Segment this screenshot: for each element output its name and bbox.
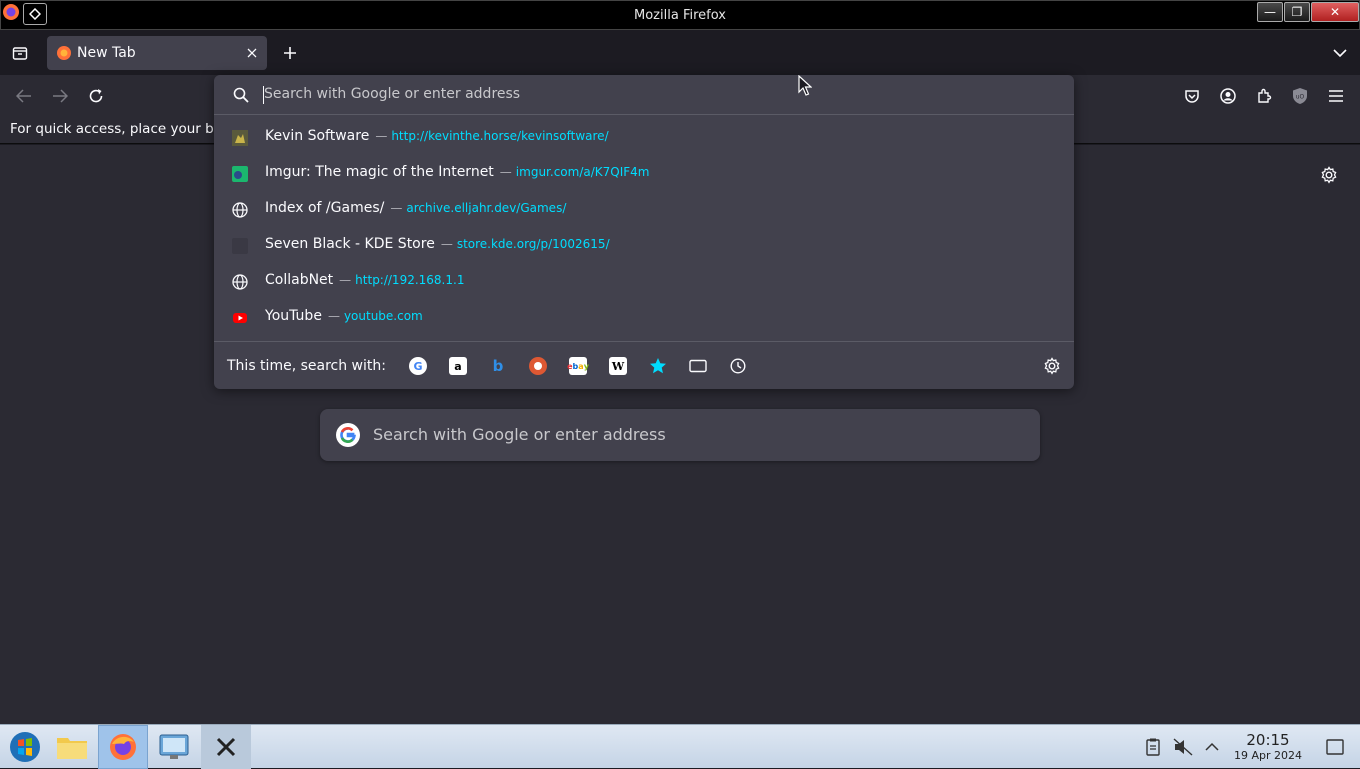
tab-new-tab[interactable]: New Tab [47, 36, 267, 70]
search-engine-bar: This time, search with: G a b ebay W [214, 341, 1074, 389]
result-row[interactable]: Kevin Software — http://kevinthe.horse/kev… [214, 120, 1074, 156]
firefox-taskbar-icon[interactable] [98, 725, 148, 769]
duckduckgo-engine-icon[interactable] [529, 357, 547, 375]
firefox-icon [56, 45, 72, 65]
result-row[interactable]: YouTube — youtube.com [214, 300, 1074, 336]
file-manager-icon[interactable] [47, 725, 97, 769]
bookmarks-hint-text: For quick access, place your bo [10, 121, 222, 137]
result-url: archive.elljahr.dev/Games/ [406, 201, 567, 215]
back-icon[interactable] [12, 84, 36, 108]
result-separator: — [327, 309, 340, 323]
maximize-button[interactable]: ❐ [1284, 2, 1310, 22]
x-app-icon[interactable] [201, 725, 251, 769]
minimize-button[interactable]: — [1257, 2, 1283, 22]
result-separator: — [390, 201, 403, 215]
search-icon [233, 87, 249, 107]
amazon-engine-icon[interactable]: a [449, 357, 467, 375]
result-title: YouTube [265, 308, 322, 324]
start-menu-button[interactable] [0, 725, 50, 769]
personalize-gear-icon[interactable] [1317, 163, 1341, 187]
close-button[interactable]: ✕ [1311, 2, 1359, 22]
globe-icon [232, 274, 248, 290]
result-url: http://kevinthe.horse/kevinsoftware/ [391, 129, 609, 143]
result-row[interactable]: CollabNet — http://192.168.1.1 [214, 264, 1074, 300]
mouse-cursor-icon [798, 74, 813, 101]
result-url: store.kde.org/p/1002615/ [456, 237, 610, 251]
history-clock-icon[interactable] [729, 357, 747, 375]
tabs-icon[interactable] [689, 357, 707, 375]
tab-close-icon[interactable] [240, 41, 264, 65]
result-row[interactable]: Seven Black - KDE Store — store.kde.org/p/… [214, 228, 1074, 264]
list-all-tabs-icon[interactable] [1328, 41, 1352, 65]
kde-favicon [232, 238, 248, 254]
globe-icon [232, 202, 248, 218]
ebay-engine-icon[interactable]: ebay [567, 357, 589, 375]
pocket-icon[interactable] [1180, 84, 1204, 108]
extensions-icon[interactable] [1252, 84, 1276, 108]
newtab-search-placeholder: Search with Google or enter address [373, 425, 666, 444]
taskbar: 20:15 19 Apr 2024 [0, 724, 1360, 769]
account-icon[interactable] [1216, 84, 1240, 108]
urlbar-dropdown: Search with Google or enter address Kevi… [214, 75, 1074, 389]
svg-text:uO: uO [1296, 94, 1305, 101]
wikipedia-engine-icon[interactable]: W [609, 357, 627, 375]
system-settings-icon[interactable] [149, 725, 199, 769]
result-title: CollabNet [265, 272, 334, 288]
result-title: Index of /Games/ [265, 200, 385, 216]
forward-icon[interactable] [48, 84, 72, 108]
clock[interactable]: 20:15 19 Apr 2024 [1228, 731, 1308, 762]
newtab-search-box[interactable]: Search with Google or enter address [320, 409, 1040, 461]
youtube-icon [232, 310, 248, 326]
show-desktop-icon[interactable] [1310, 725, 1360, 769]
result-title: Imgur: The magic of the Internet [265, 164, 494, 180]
clock-time: 20:15 [1246, 731, 1290, 749]
tab-bar: New Tab [0, 30, 1360, 75]
app-menu-icon[interactable] [1324, 84, 1348, 108]
search-with-label: This time, search with: [227, 358, 386, 374]
result-url: imgur.com/a/K7QIF4m [515, 165, 650, 179]
tab-label: New Tab [77, 45, 136, 61]
result-url: http://192.168.1.1 [355, 273, 465, 287]
firefox-view-icon[interactable] [8, 41, 32, 65]
result-separator: — [499, 165, 512, 179]
site-favicon [232, 130, 248, 146]
result-row[interactable]: Imgur: The magic of the Internet — imgur.c… [214, 156, 1074, 192]
bookmarks-star-icon[interactable] [649, 357, 667, 375]
result-separator: — [440, 237, 453, 251]
bing-engine-icon[interactable]: b [489, 357, 507, 375]
result-title: Seven Black - KDE Store [265, 236, 435, 252]
search-settings-gear-icon[interactable] [1043, 357, 1061, 375]
clock-date: 19 Apr 2024 [1233, 749, 1302, 762]
result-separator: — [339, 273, 352, 287]
imgur-favicon [232, 166, 248, 182]
result-row[interactable]: Index of /Games/ — archive.elljahr.dev/Gam… [214, 192, 1074, 228]
ublock-origin-icon[interactable]: uO [1288, 84, 1312, 108]
new-tab-icon[interactable] [278, 41, 302, 65]
result-url: youtube.com [343, 309, 423, 323]
urlbar-placeholder: Search with Google or enter address [264, 86, 521, 102]
reload-icon[interactable] [84, 84, 108, 108]
window-title: Mozilla Firefox [634, 8, 726, 23]
result-title: Kevin Software [265, 128, 370, 144]
window-titlebar: Mozilla Firefox — ❐ ✕ [0, 0, 1360, 30]
google-engine-icon[interactable]: G [409, 357, 427, 375]
result-separator: — [375, 129, 388, 143]
urlbar-input[interactable]: Search with Google or enter address [214, 75, 1074, 115]
google-icon [336, 423, 360, 451]
